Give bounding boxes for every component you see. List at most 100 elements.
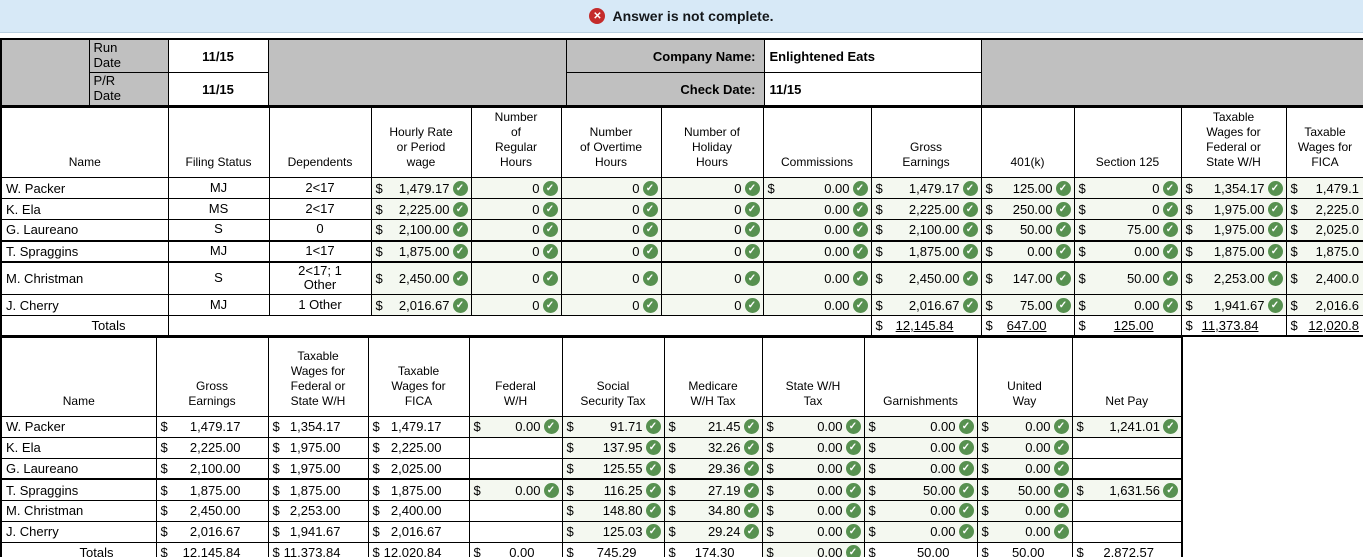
regular-hours-cell[interactable]: 0 ✓ [470,260,562,296]
garnishments-cell[interactable]: $0.00 ✓ [863,457,978,480]
overtime-hours-cell[interactable]: 0 ✓ [560,260,662,296]
holiday-hours-cell[interactable]: 0 ✓ [660,260,764,296]
united-way-cell[interactable]: $0.00 ✓ [976,415,1073,438]
regular-hours-cell[interactable]: 0 ✓ [470,198,562,220]
taxable-wages-fica-cell[interactable]: $2,016.6 [1285,294,1363,317]
state-wh-tax-cell[interactable]: $0.00 ✓ [761,415,865,438]
regular-hours-cell[interactable]: 0 ✓ [470,239,562,262]
regular-hours-cell[interactable]: 0 ✓ [470,294,562,317]
taxable-wages-fed-state-cell[interactable]: $1,941.67 ✓ [1180,294,1287,317]
taxable-wages-fica-cell[interactable]: $1,479.1 [1285,177,1363,199]
overtime-hours-cell[interactable]: 0 ✓ [560,219,662,241]
state-wh-tax-cell[interactable]: $0.00 ✓ [761,499,865,522]
401k-cell[interactable]: $125.00 ✓ [980,177,1075,199]
total-state-wh-tax-cell[interactable]: $0.00 ✓ [761,541,865,557]
garnishments-cell[interactable]: $0.00 ✓ [863,520,978,543]
section-125-cell[interactable]: $75.00 ✓ [1073,219,1182,241]
taxable-wages-fed-state-cell[interactable]: $1,975.00 ✓ [1180,219,1287,241]
commissions-cell[interactable]: 0.00 ✓ [762,260,872,296]
401k-cell[interactable]: $50.00 ✓ [980,219,1075,241]
taxable-wages-fed-state-cell[interactable]: $1,875.00 ✓ [1180,239,1287,262]
regular-hours-cell[interactable]: 0 ✓ [470,219,562,241]
state-wh-tax-cell[interactable]: $0.00 ✓ [761,436,865,459]
united-way-cell[interactable]: $50.00 ✓ [976,478,1073,501]
medicare-wh-tax-cell[interactable]: $21.45 ✓ [663,415,763,438]
hourly-rate-cell[interactable]: $2,225.00 ✓ [370,198,472,220]
united-way-cell[interactable]: $0.00 ✓ [976,457,1073,480]
holiday-hours-cell[interactable]: 0 ✓ [660,294,764,317]
net-pay-cell[interactable] [1071,499,1183,522]
net-pay-cell[interactable] [1071,520,1183,543]
federal-wh-cell[interactable] [468,520,563,543]
401k-cell[interactable]: $147.00 ✓ [980,260,1075,296]
commissions-cell[interactable]: $0.00 ✓ [762,177,872,199]
overtime-hours-cell[interactable]: 0 ✓ [560,294,662,317]
overtime-hours-cell[interactable]: 0 ✓ [560,239,662,262]
gross-earnings-cell[interactable]: $1,875.00 ✓ [870,239,982,262]
garnishments-cell[interactable]: $50.00 ✓ [863,478,978,501]
401k-cell[interactable]: $0.00 ✓ [980,239,1075,262]
overtime-hours-cell[interactable]: 0 ✓ [560,198,662,220]
medicare-wh-tax-cell[interactable]: $29.36 ✓ [663,457,763,480]
federal-wh-cell[interactable]: $0.00 ✓ [468,478,563,501]
hourly-rate-cell[interactable]: $2,016.67 ✓ [370,294,472,317]
gross-earnings-cell[interactable]: $2,450.00 ✓ [870,260,982,296]
section-125-cell[interactable]: $0.00 ✓ [1073,239,1182,262]
section-125-cell[interactable]: $50.00 ✓ [1073,260,1182,296]
united-way-cell[interactable]: $0.00 ✓ [976,520,1073,543]
federal-wh-cell[interactable] [468,499,563,522]
regular-hours-cell[interactable]: 0 ✓ [470,177,562,199]
hourly-rate-cell[interactable]: $1,479.17 ✓ [370,177,472,199]
hourly-rate-cell[interactable]: $1,875.00 ✓ [370,239,472,262]
federal-wh-cell[interactable]: $0.00 ✓ [468,415,563,438]
taxable-wages-fica-cell[interactable]: $2,400.0 [1285,260,1363,296]
taxable-wages-fed-state-cell[interactable]: $2,253.00 ✓ [1180,260,1287,296]
hourly-rate-cell[interactable]: $2,100.00 ✓ [370,219,472,241]
social-security-tax-cell[interactable]: $116.25 ✓ [561,478,665,501]
medicare-wh-tax-cell[interactable]: $29.24 ✓ [663,520,763,543]
social-security-tax-cell[interactable]: $148.80 ✓ [561,499,665,522]
taxable-wages-fed-state-cell[interactable]: $1,975.00 ✓ [1180,198,1287,220]
401k-cell[interactable]: $250.00 ✓ [980,198,1075,220]
net-pay-cell[interactable] [1071,436,1183,459]
gross-earnings-cell[interactable]: $2,225.00 ✓ [870,198,982,220]
medicare-wh-tax-cell[interactable]: $27.19 ✓ [663,478,763,501]
united-way-cell[interactable]: $0.00 ✓ [976,436,1073,459]
commissions-cell[interactable]: 0.00 ✓ [762,239,872,262]
social-security-tax-cell[interactable]: $125.03 ✓ [561,520,665,543]
gross-earnings-cell[interactable]: $2,016.67 ✓ [870,294,982,317]
commissions-cell[interactable]: 0.00 ✓ [762,219,872,241]
gross-earnings-cell[interactable]: $1,479.17 ✓ [870,177,982,199]
social-security-tax-cell[interactable]: $91.71 ✓ [561,415,665,438]
commissions-cell[interactable]: 0.00 ✓ [762,294,872,317]
commissions-cell[interactable]: 0.00 ✓ [762,198,872,220]
social-security-tax-cell[interactable]: $137.95 ✓ [561,436,665,459]
garnishments-cell[interactable]: $0.00 ✓ [863,499,978,522]
holiday-hours-cell[interactable]: 0 ✓ [660,239,764,262]
federal-wh-cell[interactable] [468,457,563,480]
taxable-wages-fica-cell[interactable]: $2,025.0 [1285,219,1363,241]
gross-earnings-cell[interactable]: $2,100.00 ✓ [870,219,982,241]
hourly-rate-cell[interactable]: $2,450.00 ✓ [370,260,472,296]
united-way-cell[interactable]: $0.00 ✓ [976,499,1073,522]
federal-wh-cell[interactable] [468,436,563,459]
garnishments-cell[interactable]: $0.00 ✓ [863,415,978,438]
net-pay-cell[interactable]: $1,631.56 ✓ [1071,478,1183,501]
section-125-cell[interactable]: $0.00 ✓ [1073,294,1182,317]
section-125-cell[interactable]: $0 ✓ [1073,198,1182,220]
garnishments-cell[interactable]: $0.00 ✓ [863,436,978,459]
medicare-wh-tax-cell[interactable]: $34.80 ✓ [663,499,763,522]
holiday-hours-cell[interactable]: 0 ✓ [660,177,764,199]
state-wh-tax-cell[interactable]: $0.00 ✓ [761,520,865,543]
medicare-wh-tax-cell[interactable]: $32.26 ✓ [663,436,763,459]
social-security-tax-cell[interactable]: $125.55 ✓ [561,457,665,480]
state-wh-tax-cell[interactable]: $0.00 ✓ [761,478,865,501]
taxable-wages-fica-cell[interactable]: $1,875.0 [1285,239,1363,262]
taxable-wages-fica-cell[interactable]: $2,225.0 [1285,198,1363,220]
holiday-hours-cell[interactable]: 0 ✓ [660,219,764,241]
section-125-cell[interactable]: $0 ✓ [1073,177,1182,199]
net-pay-cell[interactable] [1071,457,1183,480]
state-wh-tax-cell[interactable]: $0.00 ✓ [761,457,865,480]
overtime-hours-cell[interactable]: 0 ✓ [560,177,662,199]
taxable-wages-fed-state-cell[interactable]: $1,354.17 ✓ [1180,177,1287,199]
